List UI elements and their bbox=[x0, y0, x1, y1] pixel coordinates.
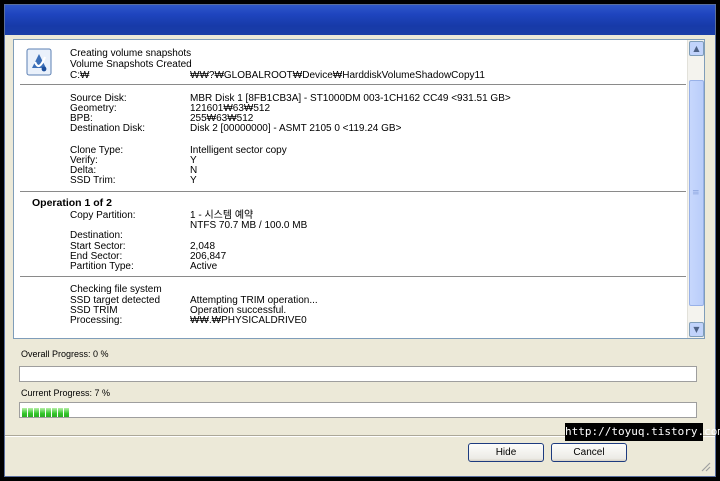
clone-progress-window: Creating volume snapshots Volume Snapsho… bbox=[4, 4, 716, 477]
operation-heading: Operation 1 of 2 bbox=[32, 197, 112, 209]
overall-progress-bar bbox=[19, 366, 697, 382]
progress-segment bbox=[52, 408, 57, 417]
snapshot-status-line-2: Volume Snapshots Created bbox=[70, 59, 192, 70]
snapshot-drive: C:₩ bbox=[70, 70, 90, 81]
operation-value: Active bbox=[190, 261, 218, 272]
status-label: Checking file system bbox=[70, 284, 162, 295]
scroll-down-icon[interactable]: ▼ bbox=[689, 322, 704, 337]
disk-info-label: Destination Disk: bbox=[70, 123, 146, 134]
clone-info-value: Y bbox=[190, 175, 197, 186]
progress-segment bbox=[40, 408, 45, 417]
resize-grip-icon[interactable] bbox=[699, 460, 711, 472]
log-separator bbox=[20, 276, 686, 277]
snapshot-path: ₩₩?₩GLOBALROOT₩Device₩HarddiskVolumeShad… bbox=[190, 70, 485, 81]
scroll-grip-icon: ≡ bbox=[692, 188, 700, 198]
operation-log: Creating volume snapshots Volume Snapsho… bbox=[13, 39, 705, 339]
current-progress-label: Current Progress: 7 % bbox=[21, 388, 111, 398]
progress-segment bbox=[46, 408, 51, 417]
clone-info-label: SSD Trim: bbox=[70, 175, 116, 186]
status-label: Processing: bbox=[70, 315, 123, 326]
clone-info-value: Intelligent sector copy bbox=[190, 145, 287, 156]
copy-partition-size: NTFS 70.7 MB / 100.0 MB bbox=[190, 220, 308, 231]
progress-segment bbox=[22, 408, 27, 417]
progress-segment bbox=[58, 408, 63, 417]
operation-label: Partition Type: bbox=[70, 261, 134, 272]
overall-progress-label: Overall Progress: 0 % bbox=[21, 349, 109, 359]
disk-info-value: Disk 2 [00000000] - ASMT 2105 0 <119.24 … bbox=[190, 123, 402, 134]
app-logo-icon bbox=[26, 48, 52, 76]
scroll-up-icon[interactable]: ▲ bbox=[689, 41, 704, 56]
log-content: Creating volume snapshots Volume Snapsho… bbox=[14, 40, 686, 338]
status-value: ₩₩.₩PHYSICALDRIVE0 bbox=[190, 315, 307, 326]
log-scrollbar[interactable]: ▲ ≡ ▼ bbox=[687, 40, 704, 338]
progress-segment bbox=[34, 408, 39, 417]
log-separator bbox=[20, 84, 686, 85]
hide-button[interactable]: Hide bbox=[468, 443, 544, 462]
progress-segment bbox=[28, 408, 33, 417]
cancel-button[interactable]: Cancel bbox=[551, 443, 627, 462]
progress-segment bbox=[64, 408, 69, 417]
copy-partition-label: Copy Partition: bbox=[70, 210, 136, 221]
watermark-text: http://toyuq.tistory.com bbox=[565, 423, 720, 441]
log-separator bbox=[20, 191, 686, 192]
operation-label: Destination: bbox=[70, 230, 123, 241]
current-progress-fill bbox=[22, 405, 70, 417]
current-progress-bar bbox=[19, 402, 697, 418]
scroll-thumb[interactable]: ≡ bbox=[689, 80, 704, 306]
snapshot-status-line-1: Creating volume snapshots bbox=[70, 48, 192, 59]
title-bar[interactable] bbox=[5, 5, 715, 35]
